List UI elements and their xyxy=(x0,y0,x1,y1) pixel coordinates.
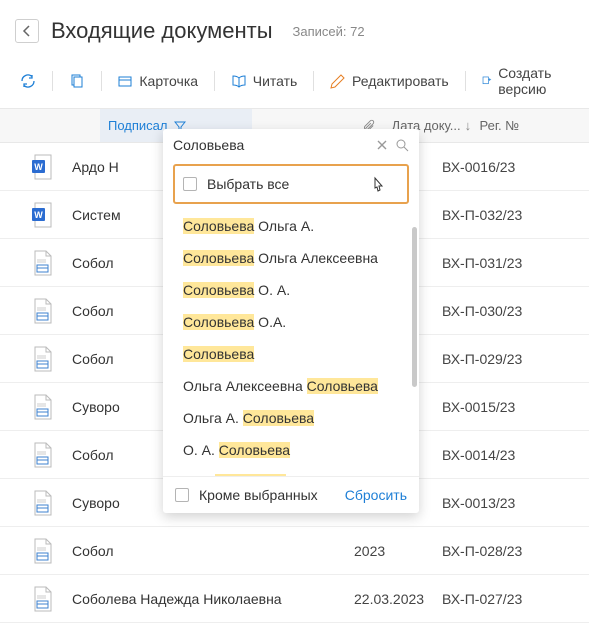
cell-name: Собол xyxy=(72,447,142,463)
cell-date: 2023 xyxy=(354,543,442,559)
file-icon xyxy=(12,298,72,324)
arrow-left-icon xyxy=(20,24,34,38)
cell-name: Ардо Н xyxy=(72,159,142,175)
separator xyxy=(214,71,215,91)
file-icon: W xyxy=(12,202,72,228)
pencil-icon xyxy=(330,73,346,89)
cell-name: Систем xyxy=(72,207,142,223)
filter-search-input[interactable] xyxy=(173,137,367,153)
create-version-button[interactable]: Создать версию xyxy=(473,60,577,102)
edit-label: Редактировать xyxy=(352,73,449,89)
edit-button[interactable]: Редактировать xyxy=(322,68,457,94)
scrollbar[interactable] xyxy=(412,227,417,387)
search-icon[interactable] xyxy=(395,138,409,152)
column-signer-label: Подписал xyxy=(108,118,168,133)
filter-option[interactable]: О. А. Соловьева xyxy=(177,434,415,466)
select-all-row[interactable]: Выбрать все xyxy=(173,164,409,204)
filter-footer: Кроме выбранных Сбросить xyxy=(163,476,419,513)
file-icon xyxy=(12,586,72,612)
cell-name: Собол xyxy=(72,255,142,271)
filter-search-row xyxy=(163,129,419,161)
clear-icon[interactable] xyxy=(375,138,389,152)
file-icon xyxy=(12,394,72,420)
cell-reg: ВХ-0014/23 xyxy=(442,447,589,463)
cell-reg: ВХ-П-032/23 xyxy=(442,207,589,223)
cell-reg: ВХ-П-031/23 xyxy=(442,255,589,271)
filter-option[interactable]: Соловьева О. А. xyxy=(177,274,415,306)
filter-option[interactable]: Ольга Алексеевна Соловьева xyxy=(177,370,415,402)
select-all-checkbox[interactable] xyxy=(183,177,197,191)
create-version-label: Создать версию xyxy=(498,65,569,97)
cell-name: Собол xyxy=(72,351,142,367)
cell-reg: ВХ-0013/23 xyxy=(442,495,589,511)
separator xyxy=(52,71,53,91)
cell-name: Соболева Надежда Николаевна xyxy=(72,591,324,607)
version-icon xyxy=(481,73,492,89)
cell-name: Суворо xyxy=(72,495,142,511)
filter-option[interactable]: Соловьева Ольга Алексеевна xyxy=(177,242,415,274)
file-icon xyxy=(12,442,72,468)
copy-button[interactable] xyxy=(61,68,93,94)
filter-option[interactable]: Соловьева xyxy=(177,338,415,370)
select-all-label: Выбрать все xyxy=(207,176,289,192)
copy-icon xyxy=(69,73,85,89)
cell-date: 22.03.2023 xyxy=(354,591,442,607)
cell-reg: ВХ-П-030/23 xyxy=(442,303,589,319)
card-label: Карточка xyxy=(139,73,198,89)
filter-option[interactable]: Соловьева Ольга А. xyxy=(177,210,415,242)
filter-option[interactable]: Ольга А. Соловьева xyxy=(177,402,415,434)
filter-options-list: Соловьева Ольга А.Соловьева Ольга Алексе… xyxy=(163,210,419,476)
page-header: Входящие документы Записей: 72 xyxy=(0,0,589,54)
card-button[interactable]: Карточка xyxy=(109,68,206,94)
file-icon xyxy=(12,346,72,372)
toolbar: Карточка Читать Редактировать Создать ве… xyxy=(0,54,589,109)
cell-reg: ВХ-0015/23 xyxy=(442,399,589,415)
page-title: Входящие документы xyxy=(51,18,273,44)
cell-reg: ВХ-0016/23 xyxy=(442,159,589,175)
back-button[interactable] xyxy=(15,19,39,43)
except-checkbox[interactable] xyxy=(175,488,189,502)
cell-name: Собол xyxy=(72,303,142,319)
file-icon xyxy=(12,250,72,276)
separator xyxy=(101,71,102,91)
separator xyxy=(465,71,466,91)
read-label: Читать xyxy=(253,73,298,89)
svg-text:W: W xyxy=(34,162,43,172)
except-label: Кроме выбранных xyxy=(199,487,318,503)
cell-name: Собол xyxy=(72,543,142,559)
separator xyxy=(313,71,314,91)
cell-reg: ВХ-П-027/23 xyxy=(442,591,589,607)
file-icon xyxy=(12,490,72,516)
filter-popup: Выбрать все Соловьева Ольга А.Соловьева … xyxy=(163,129,419,513)
card-icon xyxy=(117,73,133,89)
file-icon: W xyxy=(12,154,72,180)
column-reg-no[interactable]: Рег. № xyxy=(480,118,589,133)
cell-reg: ВХ-П-029/23 xyxy=(442,351,589,367)
cell-name: Суворо xyxy=(72,399,142,415)
book-icon xyxy=(231,73,247,89)
records-count: Записей: 72 xyxy=(293,24,365,39)
file-icon xyxy=(12,538,72,564)
reset-button[interactable]: Сбросить xyxy=(345,487,407,503)
read-button[interactable]: Читать xyxy=(223,68,306,94)
table-row[interactable]: Собол 2023ВХ-П-028/23 xyxy=(0,527,589,575)
table-row[interactable]: Соболева Надежда Николаевна 22.03.2023ВХ-… xyxy=(0,575,589,623)
refresh-button[interactable] xyxy=(12,68,44,94)
cell-reg: ВХ-П-028/23 xyxy=(442,543,589,559)
refresh-icon xyxy=(20,73,36,89)
pointer-cursor-icon xyxy=(369,176,387,198)
svg-text:W: W xyxy=(34,210,43,220)
filter-option[interactable]: О.А. Соловьева xyxy=(177,466,415,476)
filter-option[interactable]: Соловьева О.А. xyxy=(177,306,415,338)
